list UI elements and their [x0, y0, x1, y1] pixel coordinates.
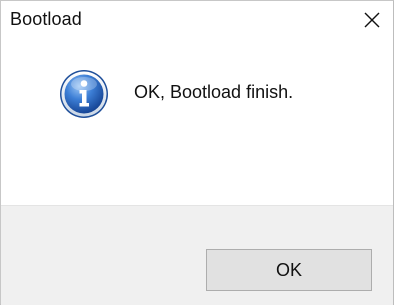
- close-button[interactable]: [349, 1, 393, 41]
- close-icon: [364, 12, 380, 28]
- title-bar: Bootload: [1, 1, 393, 41]
- dialog-content: OK, Bootload finish.: [1, 41, 393, 203]
- ok-button[interactable]: OK: [206, 249, 372, 291]
- dialog-footer: OK: [1, 205, 393, 305]
- message-dialog: Bootload OK, Bootload finish. OK: [0, 0, 394, 305]
- dialog-message: OK, Bootload finish.: [134, 82, 294, 102]
- info-icon: [60, 70, 108, 118]
- window-title: Bootload: [10, 9, 82, 29]
